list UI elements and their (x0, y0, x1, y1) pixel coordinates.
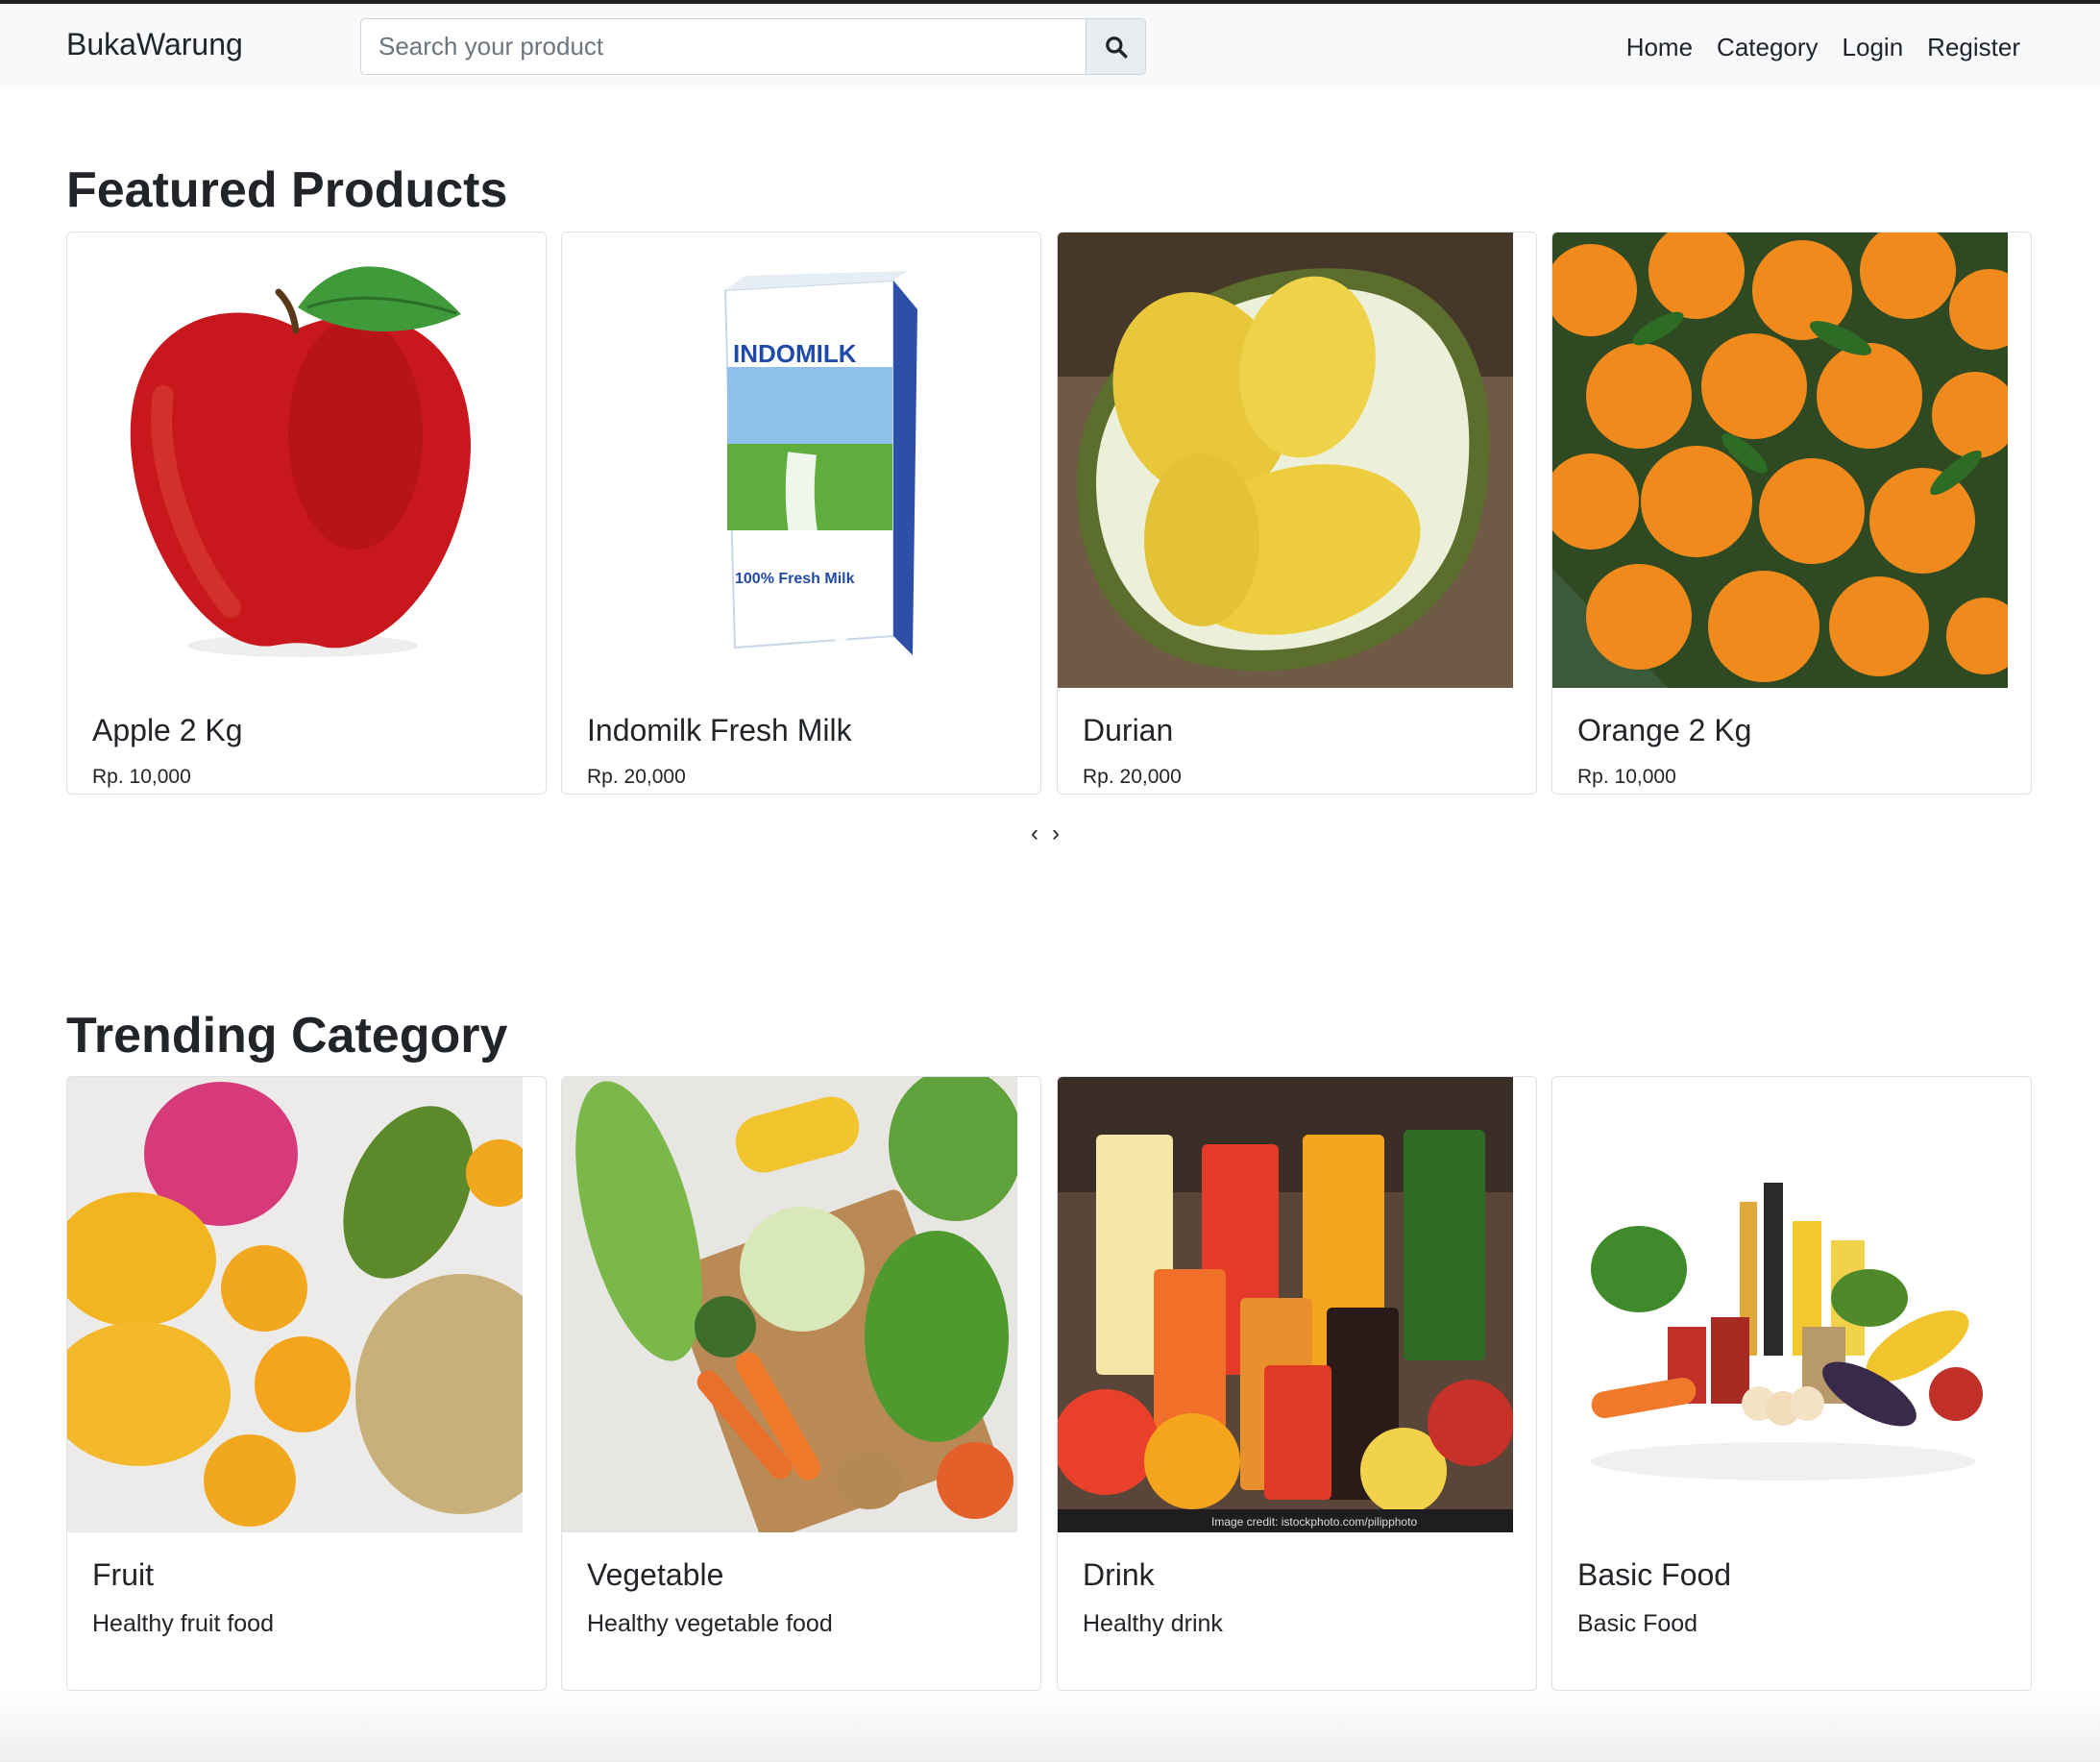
carousel-controls: ‹ › (1031, 820, 1060, 847)
product-price: Rp. 20,000 (1083, 766, 1182, 788)
product-image-apple (67, 232, 546, 688)
product-name: Indomilk Fresh Milk (587, 713, 852, 747)
category-card-basic-food[interactable]: Basic Food Basic Food (1551, 1076, 2032, 1691)
image-credit-text: Image credit: istockphoto.com/pilipphoto (1211, 1515, 1417, 1529)
category-name: Fruit (92, 1557, 154, 1592)
category-description: Healthy fruit food (92, 1610, 274, 1637)
category-image-vegetable (562, 1077, 1017, 1532)
product-price: Rp. 10,000 (1577, 766, 1676, 788)
product-image-orange (1552, 232, 2008, 688)
product-card-orange[interactable]: Orange 2 Kg Rp. 10,000 (1551, 232, 2032, 795)
product-card-indomilk[interactable]: INDOMILK 100% Fresh Milk Indomilk Fresh … (561, 232, 1041, 795)
category-description: Basic Food (1577, 1610, 1698, 1637)
nav-category[interactable]: Category (1717, 33, 1819, 62)
nav-links: Home Category Login Register (1626, 33, 2020, 62)
featured-products-title: Featured Products (66, 162, 508, 218)
carousel-next-button[interactable]: › (1052, 820, 1060, 847)
product-name: Durian (1083, 713, 1174, 747)
product-card-durian[interactable]: Durian Rp. 20,000 (1057, 232, 1537, 795)
product-price: Rp. 10,000 (92, 766, 191, 788)
brand-logo[interactable]: BukaWarung (66, 27, 243, 62)
category-image-basic-food (1552, 1077, 2008, 1532)
search-button[interactable] (1086, 18, 1146, 75)
carousel-prev-button[interactable]: ‹ (1031, 820, 1038, 847)
category-name: Vegetable (587, 1557, 724, 1592)
nav-home[interactable]: Home (1626, 33, 1693, 62)
search-input[interactable] (360, 18, 1086, 75)
nav-register[interactable]: Register (1927, 33, 2020, 62)
product-image-durian (1058, 232, 1513, 688)
category-card-fruit[interactable]: Fruit Healthy fruit food (66, 1076, 547, 1691)
category-description: Healthy drink (1083, 1610, 1223, 1637)
category-card-drink[interactable]: Image credit: istockphoto.com/pilipphoto… (1057, 1076, 1537, 1691)
product-name: Apple 2 Kg (92, 713, 243, 747)
category-description: Healthy vegetable food (587, 1610, 833, 1637)
category-name: Drink (1083, 1557, 1155, 1592)
search-bar (360, 18, 1146, 75)
product-image-indomilk: INDOMILK 100% Fresh Milk (562, 232, 1040, 688)
product-price: Rp. 20,000 (587, 766, 686, 788)
category-image-drink: Image credit: istockphoto.com/pilipphoto (1058, 1077, 1513, 1532)
category-card-vegetable[interactable]: Vegetable Healthy vegetable food (561, 1076, 1041, 1691)
product-card-apple[interactable]: Apple 2 Kg Rp. 10,000 (66, 232, 547, 795)
page-footer-fade (0, 1691, 2100, 1762)
category-name: Basic Food (1577, 1557, 1732, 1592)
milk-label-text: 100% Fresh Milk (735, 571, 855, 587)
trending-category-title: Trending Category (66, 1008, 508, 1064)
search-icon (1105, 36, 1127, 58)
product-name: Orange 2 Kg (1577, 713, 1752, 747)
milk-brand-text: INDOMILK (733, 339, 857, 368)
nav-login[interactable]: Login (1843, 33, 1904, 62)
navbar: BukaWarung Home Category Login Register (0, 4, 2100, 88)
category-image-fruit (67, 1077, 523, 1532)
